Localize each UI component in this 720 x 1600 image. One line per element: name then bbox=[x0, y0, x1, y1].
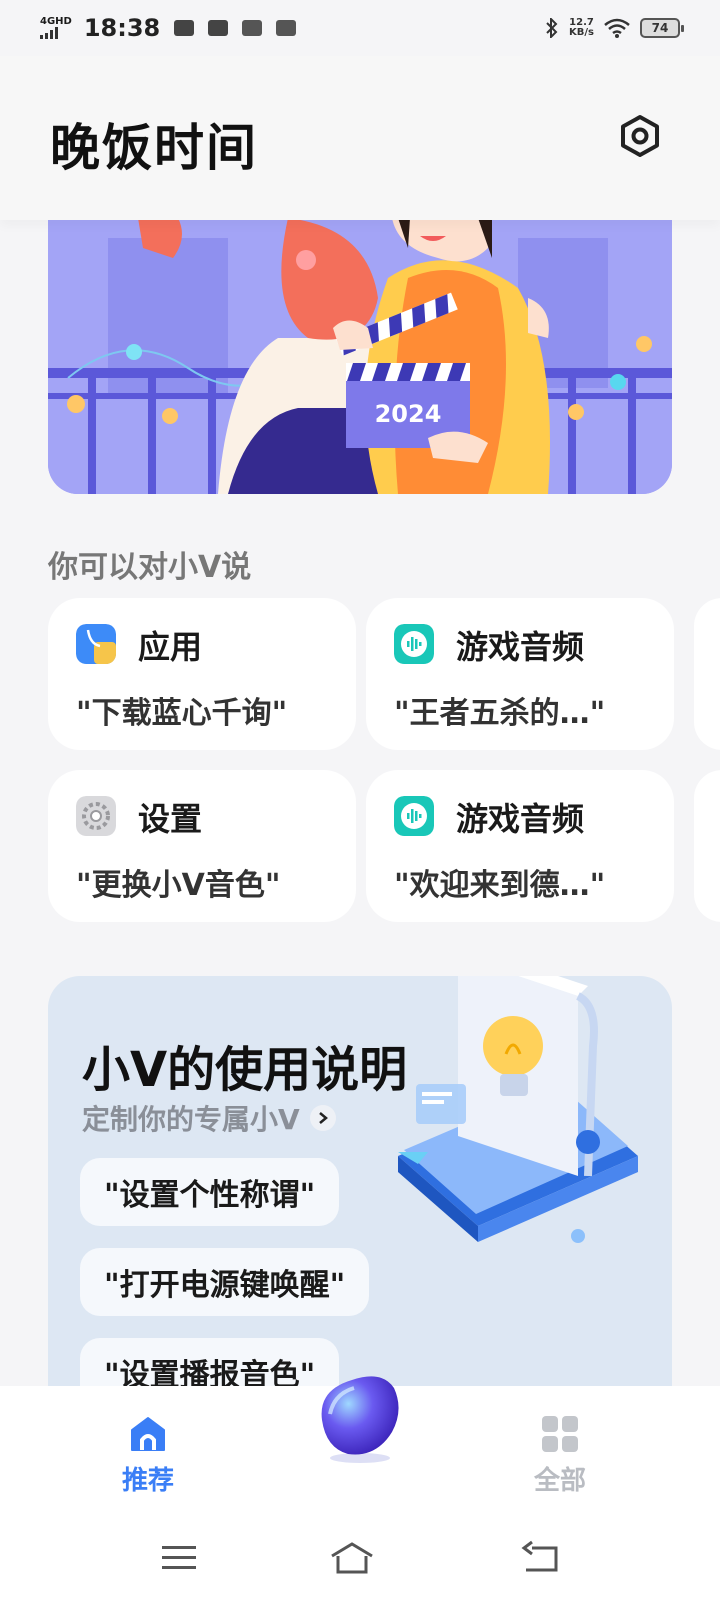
suggestions-section-title: 你可以对小V说 bbox=[48, 550, 252, 585]
wifi-icon bbox=[604, 18, 630, 38]
suggestion-card-game-audio[interactable]: 游戏音频 "欢迎来到德…" bbox=[366, 770, 674, 922]
status-bar: 4GHD 18:38 12.7 KB/s 74 bbox=[0, 0, 720, 56]
suggestion-card-peek[interactable] bbox=[694, 770, 720, 922]
guide-chip[interactable]: "打开电源键唤醒" bbox=[80, 1248, 370, 1316]
menu-icon[interactable] bbox=[158, 1540, 202, 1576]
back-icon[interactable] bbox=[520, 1540, 564, 1576]
signal-indicator: 4GHD bbox=[40, 17, 72, 39]
signal-bars-icon bbox=[40, 27, 58, 39]
card-phrase: "下载蓝心千询" bbox=[76, 696, 288, 731]
video-call-icon bbox=[208, 20, 229, 36]
banner[interactable]: 2024 bbox=[48, 218, 672, 494]
guide-subtitle: 定制你的专属小V bbox=[82, 1103, 300, 1136]
system-nav-bar bbox=[0, 1526, 720, 1600]
suggestion-card-game-audio[interactable]: 游戏音频 "王者五杀的…" bbox=[366, 598, 674, 750]
card-name: 设置 bbox=[138, 800, 203, 838]
tab-label: 全部 bbox=[533, 1466, 586, 1496]
card-phrase: "欢迎来到德…" bbox=[394, 868, 606, 903]
card-phrase: "王者五杀的…" bbox=[394, 696, 606, 731]
status-left: 4GHD 18:38 bbox=[40, 14, 297, 42]
tab-recommend[interactable]: 推荐 bbox=[98, 1414, 198, 1497]
card-name: 游戏音频 bbox=[456, 800, 585, 838]
banner-year: 2024 bbox=[375, 400, 442, 428]
speed-unit: KB/s bbox=[569, 27, 594, 38]
audio-wave-icon bbox=[394, 624, 434, 664]
video-icon bbox=[174, 20, 195, 36]
guide-subtitle-link[interactable]: 定制你的专属小V bbox=[82, 1098, 336, 1138]
card-name: 游戏音频 bbox=[456, 628, 585, 666]
home-icon bbox=[131, 1417, 165, 1451]
usage-guide-panel[interactable]: 小V的使用说明 定制你的专属小V "设置个性称谓" "打开电源键唤醒" "设置播… bbox=[48, 976, 672, 1396]
sim-card-icon bbox=[242, 20, 263, 36]
gear-icon bbox=[76, 796, 116, 836]
tab-all[interactable]: 全部 bbox=[510, 1414, 610, 1497]
tab-label: 推荐 bbox=[121, 1466, 174, 1496]
app-header: 晚饭时间 bbox=[0, 56, 720, 220]
app-icon bbox=[76, 624, 116, 664]
card-name: 应用 bbox=[138, 628, 203, 666]
banner-illustration: 2024 bbox=[48, 218, 672, 494]
lightbulb-book-illustration bbox=[398, 976, 638, 1243]
grid-icon bbox=[542, 1416, 578, 1452]
screen: 4GHD 18:38 12.7 KB/s 74 晚饭时间 2024 你可以对小V… bbox=[0, 0, 720, 1600]
bluetooth-icon bbox=[546, 18, 558, 38]
suggestion-card-app[interactable]: 应用 "下载蓝心千询" bbox=[48, 598, 356, 750]
assistant-orb-button[interactable] bbox=[312, 1370, 408, 1466]
chevron-right-icon bbox=[309, 1105, 336, 1131]
hexagon-settings-icon[interactable] bbox=[618, 114, 662, 158]
page-title: 晚饭时间 bbox=[50, 119, 258, 177]
battery-indicator: 74 bbox=[640, 18, 684, 38]
network-speed: 12.7 KB/s bbox=[569, 18, 594, 38]
audio-wave-icon bbox=[394, 796, 434, 836]
status-right: 12.7 KB/s 74 bbox=[545, 18, 684, 38]
guide-chip[interactable]: "设置个性称谓" bbox=[80, 1158, 340, 1226]
sim-card-icon bbox=[276, 20, 297, 36]
suggestion-card-peek[interactable] bbox=[694, 598, 720, 750]
suggestion-card-settings[interactable]: 设置 "更换小V音色" bbox=[48, 770, 356, 922]
clock: 18:38 bbox=[83, 14, 161, 42]
card-phrase: "更换小V音色" bbox=[76, 868, 281, 903]
network-type: 4GHD bbox=[40, 16, 72, 27]
home-system-icon[interactable] bbox=[330, 1540, 374, 1576]
guide-title: 小V的使用说明 bbox=[82, 1042, 408, 1098]
battery-level: 74 bbox=[651, 21, 669, 35]
